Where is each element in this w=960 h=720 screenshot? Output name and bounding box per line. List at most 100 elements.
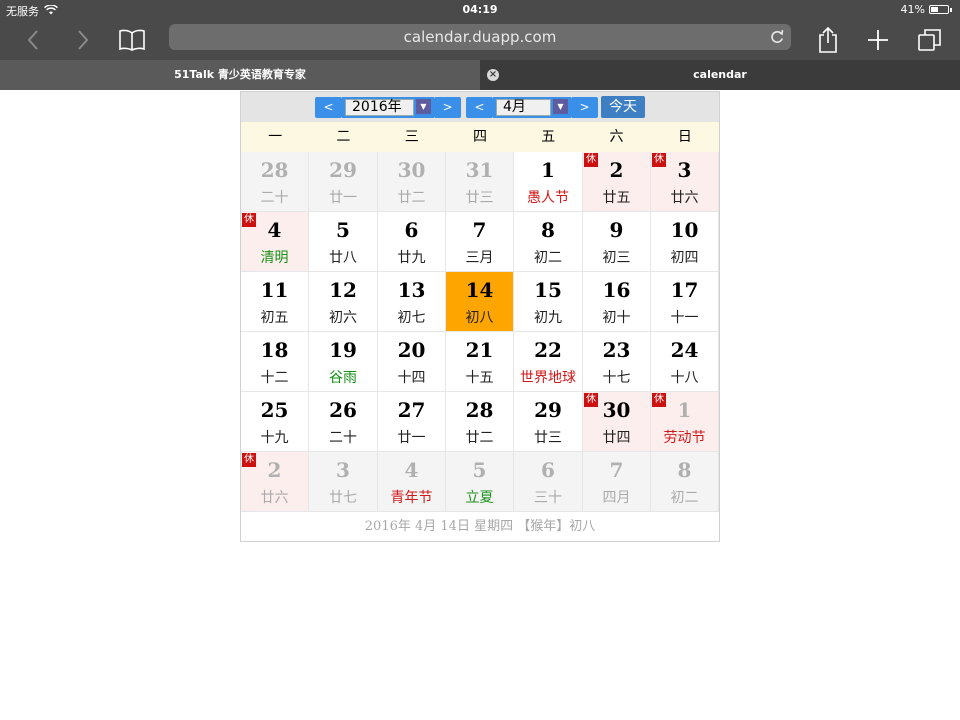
tab-51talk[interactable]: 51Talk 青少英语教育专家 <box>0 60 480 90</box>
day-cell[interactable]: 7 四月 <box>583 452 651 512</box>
day-number: 30 <box>602 398 631 422</box>
day-number: 18 <box>260 338 289 362</box>
day-cell[interactable]: 6 三十 <box>514 452 583 512</box>
lunar-label: 十四 <box>397 370 426 386</box>
weekday-header: 一 二 三 四 五 六 日 <box>241 122 719 152</box>
weekday-tue: 二 <box>336 129 351 145</box>
month-select[interactable]: 4月 ▼ <box>493 97 571 118</box>
day-cell[interactable]: 24 十八 <box>651 332 719 392</box>
new-tab-icon[interactable] <box>862 20 894 60</box>
day-cell[interactable]: 27 廿一 <box>378 392 446 452</box>
day-cell[interactable]: 19 谷雨 <box>309 332 378 392</box>
day-cell[interactable]: 9 初三 <box>583 212 651 272</box>
prev-month-button[interactable]: < <box>466 97 493 118</box>
address-bar[interactable]: calendar.duapp.com <box>169 24 791 50</box>
day-cell[interactable]: 5 立夏 <box>446 452 514 512</box>
chevron-down-icon: ▼ <box>553 99 568 114</box>
day-cell[interactable]: 10 初四 <box>651 212 719 272</box>
reload-icon[interactable] <box>769 28 785 50</box>
day-cell[interactable]: 休 4 清明 <box>241 212 309 272</box>
day-number: 30 <box>397 158 426 182</box>
day-cell[interactable]: 休 2 廿五 <box>583 152 651 212</box>
day-cell[interactable]: 4 青年节 <box>378 452 446 512</box>
day-number: 9 <box>609 218 624 242</box>
close-tab-icon[interactable]: × <box>487 69 499 81</box>
next-year-button[interactable]: > <box>434 97 461 118</box>
prev-year-button[interactable]: < <box>315 97 342 118</box>
day-cell[interactable]: 22 世界地球 <box>514 332 583 392</box>
battery-tip <box>950 7 952 12</box>
lunar-label: 初四 <box>670 250 699 266</box>
day-number: 1 <box>677 398 692 422</box>
lunar-label: 廿三 <box>465 190 494 206</box>
day-number: 15 <box>534 278 562 302</box>
day-cell[interactable]: 休 2 廿六 <box>241 452 309 512</box>
day-number: 8 <box>677 458 692 482</box>
next-month-button[interactable]: > <box>571 97 598 118</box>
day-cell[interactable]: 29 廿三 <box>514 392 583 452</box>
day-cell[interactable]: 休 1 劳动节 <box>651 392 719 452</box>
lunar-label: 廿六 <box>260 490 289 506</box>
day-cell[interactable]: 16 初十 <box>583 272 651 332</box>
day-number: 24 <box>670 338 699 362</box>
tabs-overview-icon[interactable] <box>912 20 948 60</box>
lunar-label: 廿一 <box>329 190 357 206</box>
day-cell[interactable]: 21 十五 <box>446 332 514 392</box>
day-cell[interactable]: 1 愚人节 <box>514 152 583 212</box>
day-number: 8 <box>541 218 555 242</box>
share-icon[interactable] <box>812 20 844 60</box>
lunar-label: 谷雨 <box>329 370 357 386</box>
status-time: 04:19 <box>462 3 498 16</box>
day-cell[interactable]: 5 廿八 <box>309 212 378 272</box>
browser-toolbar: calendar.duapp.com <box>0 20 960 60</box>
day-cell[interactable]: 8 初二 <box>651 452 719 512</box>
tab-bar: 51Talk 青少英语教育专家 × calendar <box>0 60 960 90</box>
day-cell[interactable]: 30 廿二 <box>378 152 446 212</box>
day-cell[interactable]: 26 二十 <box>309 392 378 452</box>
chevron-down-icon: ▼ <box>416 99 431 114</box>
day-cell[interactable]: 8 初二 <box>514 212 583 272</box>
calendar-nav: < 2016年 ▼ > < 4月 ▼ > 今天 <box>241 92 719 122</box>
day-cell[interactable]: 31 廿三 <box>446 152 514 212</box>
year-select[interactable]: 2016年 ▼ <box>342 97 434 118</box>
day-cell[interactable]: 12 初六 <box>309 272 378 332</box>
day-number: 12 <box>329 278 357 302</box>
lunar-label: 初十 <box>602 310 631 326</box>
day-cell[interactable]: 28 廿二 <box>446 392 514 452</box>
lunar-label: 廿一 <box>397 430 426 446</box>
day-cell[interactable]: 休 3 廿六 <box>651 152 719 212</box>
day-cell[interactable]: 20 十四 <box>378 332 446 392</box>
lunar-label: 十九 <box>260 430 289 446</box>
day-cell[interactable]: 11 初五 <box>241 272 309 332</box>
tab-calendar[interactable]: × calendar <box>480 60 960 90</box>
lunar-label: 廿五 <box>602 190 631 206</box>
day-number: 2 <box>267 458 282 482</box>
day-cell[interactable]: 17 十一 <box>651 272 719 332</box>
day-cell[interactable]: 13 初七 <box>378 272 446 332</box>
day-cell[interactable]: 7 三月 <box>446 212 514 272</box>
day-cell[interactable]: 休 30 廿四 <box>583 392 651 452</box>
today-button[interactable]: 今天 <box>601 96 645 118</box>
day-number: 26 <box>329 398 357 422</box>
day-cell[interactable]: 3 廿七 <box>309 452 378 512</box>
back-icon[interactable] <box>18 20 48 60</box>
day-number: 13 <box>397 278 426 302</box>
lunar-label: 清明 <box>260 250 289 266</box>
day-cell[interactable]: 6 廿九 <box>378 212 446 272</box>
bookmarks-icon[interactable] <box>114 20 150 60</box>
day-cell-today[interactable]: 14 初八 <box>446 272 514 332</box>
day-cell[interactable]: 23 十七 <box>583 332 651 392</box>
day-cell[interactable]: 28 二十 <box>241 152 309 212</box>
day-cell[interactable]: 18 十二 <box>241 332 309 392</box>
lunar-label: 初二 <box>534 250 562 266</box>
day-cell[interactable]: 15 初九 <box>514 272 583 332</box>
day-number: 27 <box>397 398 426 422</box>
day-number: 6 <box>404 218 419 242</box>
day-number: 7 <box>609 458 624 482</box>
day-cell[interactable]: 29 廿一 <box>309 152 378 212</box>
forward-icon[interactable] <box>68 20 98 60</box>
lunar-label: 初九 <box>534 310 562 326</box>
weekday-mon: 一 <box>268 129 283 145</box>
day-number: 5 <box>472 458 487 482</box>
day-cell[interactable]: 25 十九 <box>241 392 309 452</box>
